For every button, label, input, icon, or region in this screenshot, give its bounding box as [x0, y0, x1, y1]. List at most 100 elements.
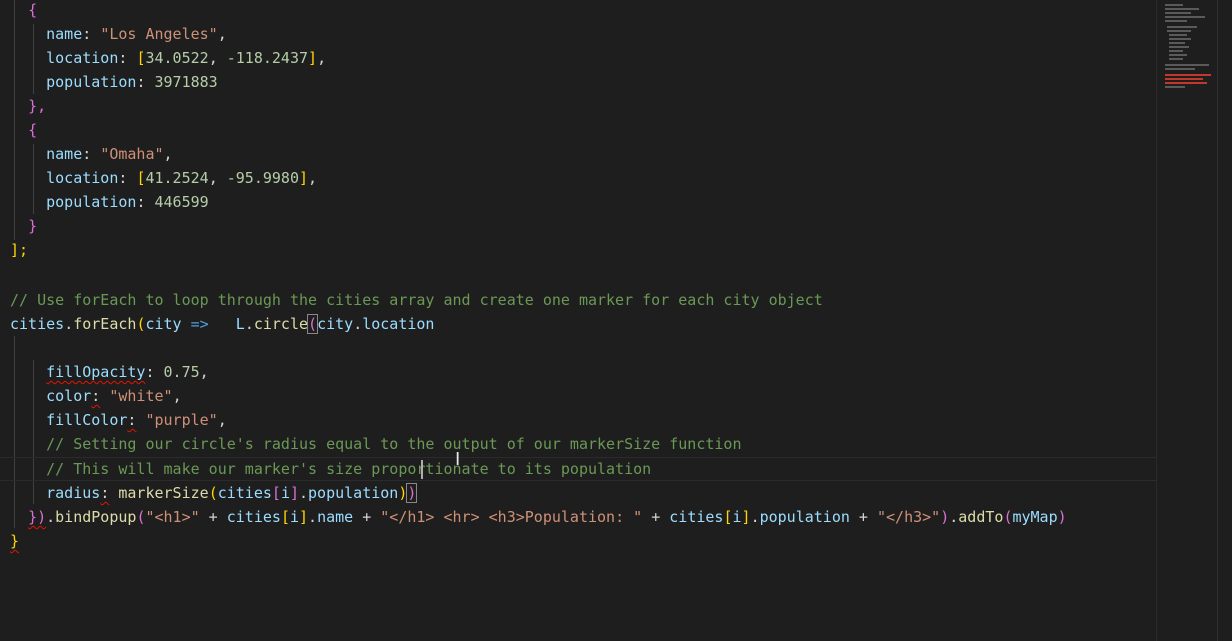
comment: // Setting our circle's radius equal to … — [46, 435, 742, 453]
variable: myMap — [1012, 508, 1058, 526]
minimap-line — [1165, 16, 1205, 18]
code-line[interactable]: { — [10, 0, 37, 22]
code-editor[interactable]: { name: "Los Angeles", location: [34.052… — [0, 0, 1232, 641]
string-literal: "Los Angeles" — [100, 25, 218, 43]
variable: cities — [10, 315, 65, 333]
number-literal: -95.9980 — [226, 169, 299, 187]
code-line[interactable]: fillColor: "purple", — [10, 408, 227, 432]
variable: L — [235, 315, 245, 333]
minimap-line — [1169, 54, 1187, 56]
code-line[interactable]: }).bindPopup("<h1>" + cities[i].name + "… — [10, 505, 1067, 529]
minimap-line — [1167, 30, 1191, 32]
code-line[interactable]: // This will make our marker's size prop… — [10, 457, 651, 481]
variable: city — [317, 315, 354, 333]
code-line[interactable]: name: "Omaha", — [10, 142, 172, 166]
minimap-line — [1169, 38, 1191, 40]
property-name: radius — [46, 484, 101, 502]
minimap-line — [1165, 64, 1209, 66]
string-literal: "Omaha" — [100, 145, 164, 163]
minimap-line — [1165, 20, 1187, 22]
code-line[interactable]: color: "white", — [10, 384, 181, 408]
close-bracket: ] — [299, 169, 309, 187]
minimap-line — [1165, 12, 1191, 14]
code-line[interactable]: location: [34.0522, -118.2437], — [10, 46, 326, 70]
function-call: bindPopup — [55, 508, 137, 526]
number-literal: 446599 — [154, 193, 209, 211]
comment: // Use forEach to loop through the citie… — [10, 291, 823, 309]
code-line[interactable]: } — [10, 214, 37, 238]
property-access: name — [317, 508, 354, 526]
vertical-scrollbar[interactable] — [1217, 0, 1232, 641]
minimap-line — [1169, 42, 1185, 44]
close-brace: } — [10, 532, 20, 550]
close-bracket: ] — [308, 49, 318, 67]
property-name: location — [46, 49, 119, 67]
string-literal: "white" — [109, 387, 173, 405]
number-literal: 3971883 — [154, 73, 218, 91]
code-line[interactable]: cities.forEach(city => L.circle(city.loc… — [10, 312, 434, 336]
code-line[interactable]: population: 3971883 — [10, 70, 218, 94]
property-name: population — [46, 193, 137, 211]
property-access: population — [308, 484, 399, 502]
parameter: city — [145, 315, 182, 333]
property-name: population — [46, 73, 137, 91]
variable: cities — [669, 508, 724, 526]
code-line[interactable]: // Setting our circle's radius equal to … — [10, 432, 742, 456]
number-literal: 34.0522 — [145, 49, 209, 67]
code-area[interactable]: { name: "Los Angeles", location: [34.052… — [0, 0, 1156, 641]
minimap-line — [1167, 26, 1197, 28]
code-line[interactable]: fillOpacity: 0.75, — [10, 360, 209, 384]
close-brace: }, — [28, 97, 47, 115]
code-line[interactable]: radius: markerSize(cities[i].population)… — [10, 481, 418, 505]
variable: i — [280, 484, 290, 502]
open-brace: { — [28, 1, 38, 19]
string-literal: "purple" — [145, 411, 218, 429]
code-line[interactable]: // Use forEach to loop through the citie… — [10, 288, 823, 312]
minimap-line — [1169, 46, 1189, 48]
variable: i — [289, 508, 299, 526]
minimap-line — [1169, 34, 1187, 36]
minimap-error-marker — [1165, 82, 1207, 84]
text-cursor — [421, 460, 423, 479]
function-call: markerSize — [118, 484, 209, 502]
property-name: name — [46, 25, 83, 43]
function-call: addTo — [958, 508, 1004, 526]
function-call: circle — [253, 315, 309, 333]
open-brace: { — [28, 121, 38, 139]
code-line[interactable]: { — [10, 118, 37, 142]
minimap-line — [1165, 86, 1185, 88]
code-line[interactable]: location: [41.2524, -95.9980], — [10, 166, 317, 190]
minimap-error-marker — [1165, 78, 1203, 80]
property-access: location — [362, 315, 435, 333]
comment: // This will make our marker's size prop… — [46, 460, 652, 478]
number-literal: -118.2437 — [226, 49, 309, 67]
matched-bracket: ) — [406, 483, 418, 503]
property-name: color — [46, 387, 92, 405]
function-call: forEach — [73, 315, 137, 333]
property-name: name — [46, 145, 83, 163]
property-access: population — [759, 508, 850, 526]
string-literal: "</h3>" — [877, 508, 941, 526]
close-array: ]; — [10, 241, 29, 259]
number-literal: 0.75 — [163, 363, 200, 381]
variable: cities — [217, 484, 272, 502]
variable: cities — [226, 508, 281, 526]
minimap-line — [1165, 68, 1195, 70]
property-name: fillOpacity — [46, 363, 146, 381]
variable: i — [732, 508, 742, 526]
code-line[interactable]: population: 446599 — [10, 190, 209, 214]
property-name: fillColor — [46, 411, 128, 429]
string-literal: "</h1> <hr> <h3>Population: " — [380, 508, 643, 526]
close-brace: } — [28, 217, 38, 235]
mouse-ibeam-cursor-icon: I — [455, 449, 461, 470]
number-literal: 41.2524 — [145, 169, 209, 187]
minimap-line — [1165, 4, 1183, 6]
property-name: location — [46, 169, 119, 187]
code-line[interactable]: ]; — [10, 238, 28, 262]
minimap-line — [1169, 50, 1183, 52]
code-line[interactable]: }, — [10, 94, 46, 118]
code-line[interactable]: name: "Los Angeles", — [10, 22, 227, 46]
close-brace: }) — [28, 508, 47, 526]
minimap-line — [1165, 8, 1199, 10]
code-line[interactable]: } — [10, 529, 19, 553]
